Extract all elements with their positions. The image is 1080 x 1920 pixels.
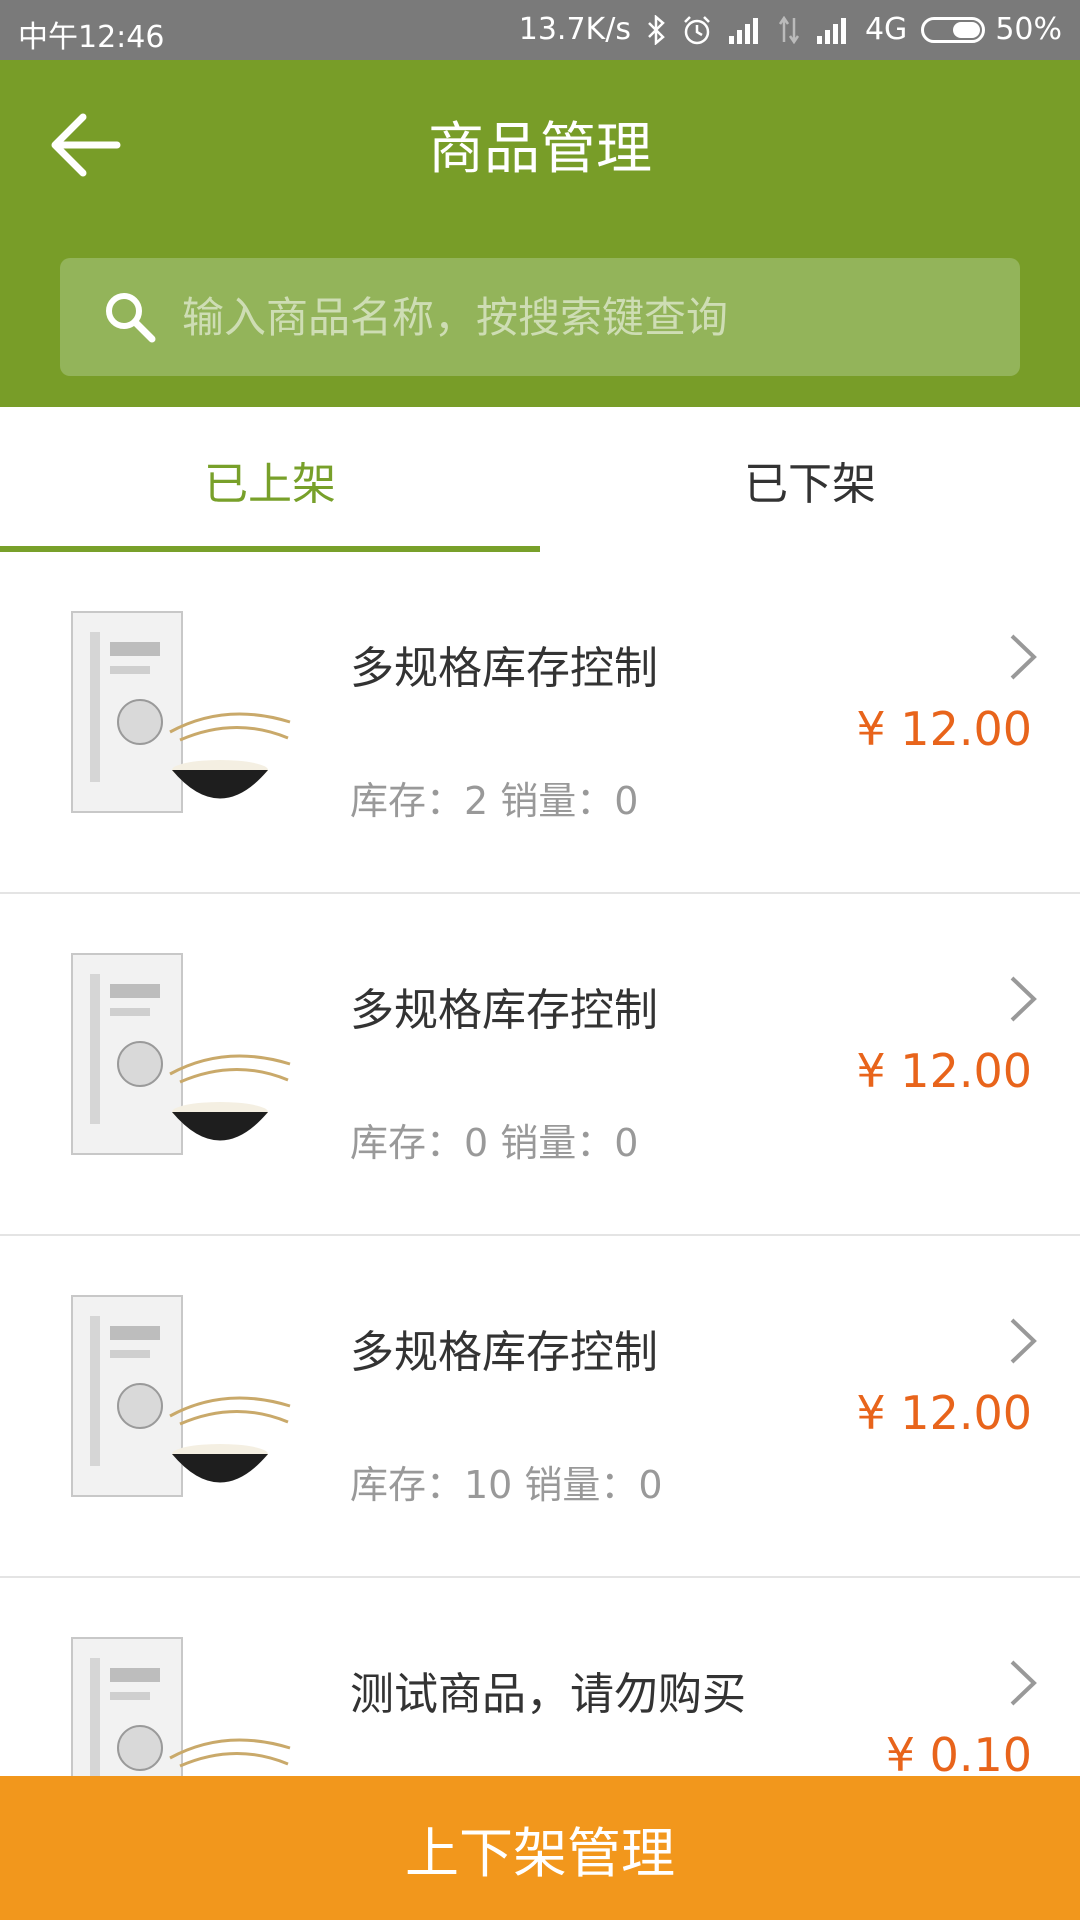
battery-fill bbox=[953, 21, 981, 38]
product-image bbox=[50, 582, 310, 842]
tab-label: 已上架 bbox=[204, 458, 336, 510]
product-price: ¥ 12.00 bbox=[856, 1044, 1032, 1098]
product-image bbox=[50, 924, 310, 1184]
status-bar: 中午12:46 13.7K/s 4G 50% bbox=[0, 0, 1080, 60]
product-stats: 库存：10 销量：0 bbox=[350, 1463, 663, 1507]
product-row[interactable]: 多规格库存控制 库存：10 销量：0 ¥ 12.00 bbox=[0, 1236, 1080, 1578]
search-bar[interactable] bbox=[60, 258, 1020, 376]
network-type: 4G bbox=[864, 12, 908, 47]
product-price: ¥ 0.10 bbox=[885, 1728, 1032, 1782]
product-image bbox=[50, 1266, 310, 1526]
signal-icon bbox=[727, 16, 763, 44]
product-list: 多规格库存控制 库存：2 销量：0 ¥ 12.00 多规格库存控制 库存：0 销… bbox=[0, 552, 1080, 1920]
alarm-icon bbox=[681, 14, 713, 46]
battery-indicator: 50% bbox=[921, 12, 1062, 47]
signal-icon bbox=[815, 16, 851, 44]
tab-off-shelf[interactable]: 已下架 bbox=[540, 407, 1080, 552]
chevron-right-icon bbox=[1008, 632, 1038, 686]
product-name: 测试商品，请勿购买 bbox=[350, 1669, 746, 1720]
product-stats: 库存：0 销量：0 bbox=[350, 1121, 639, 1165]
search-icon bbox=[100, 287, 160, 347]
page-title: 商品管理 bbox=[428, 117, 652, 182]
tab-label: 已下架 bbox=[744, 458, 876, 510]
product-stats: 库存：2 销量：0 bbox=[350, 779, 639, 823]
product-price: ¥ 12.00 bbox=[856, 1386, 1032, 1440]
search-input[interactable] bbox=[180, 276, 1020, 358]
net-speed: 13.7K/s bbox=[518, 12, 631, 47]
product-name: 多规格库存控制 bbox=[350, 985, 658, 1036]
battery-icon bbox=[921, 16, 986, 43]
product-row[interactable]: 多规格库存控制 库存：2 销量：0 ¥ 12.00 bbox=[0, 552, 1080, 894]
product-price: ¥ 12.00 bbox=[856, 702, 1032, 756]
product-name: 多规格库存控制 bbox=[350, 1327, 658, 1378]
product-name: 多规格库存控制 bbox=[350, 643, 658, 694]
product-row[interactable]: 多规格库存控制 库存：0 销量：0 ¥ 12.00 bbox=[0, 894, 1080, 1236]
battery-percent: 50% bbox=[995, 12, 1062, 47]
data-transfer-icon bbox=[777, 15, 801, 44]
tab-on-shelf[interactable]: 已上架 bbox=[0, 407, 540, 552]
chevron-right-icon bbox=[1008, 1658, 1038, 1712]
status-tabs: 已上架 已下架 bbox=[0, 407, 1080, 552]
status-icons: 13.7K/s 4G 50% bbox=[519, 12, 1062, 47]
status-time: 中午12:46 bbox=[18, 20, 165, 55]
bluetooth-icon bbox=[645, 14, 667, 45]
chevron-right-icon bbox=[1008, 974, 1038, 1028]
chevron-right-icon bbox=[1008, 1316, 1038, 1370]
app-header: 商品管理 bbox=[0, 60, 1080, 407]
shelf-management-button[interactable]: 上下架管理 bbox=[0, 1776, 1080, 1920]
